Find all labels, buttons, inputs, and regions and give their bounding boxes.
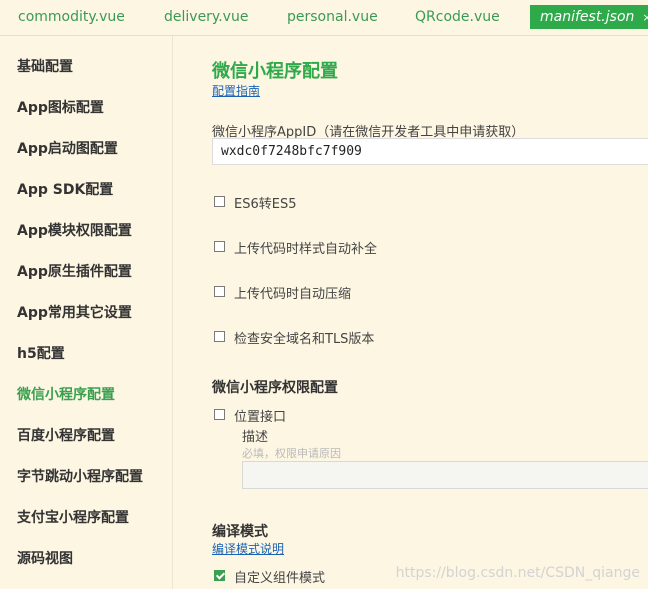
style-autocomplete-checkbox[interactable] (214, 241, 225, 252)
custom-component-label: 自定义组件模式 (234, 571, 326, 586)
custom-component-checkbox[interactable] (214, 570, 225, 581)
config-sidebar: 基础配置 App图标配置 App启动图配置 App SDK配置 App模块权限配… (0, 36, 173, 589)
location-api-label: 位置接口 (234, 410, 287, 425)
sidebar-item-app-native-plugins[interactable]: App原生插件配置 (17, 261, 132, 281)
page-title: 微信小程序配置 (212, 61, 338, 82)
sidebar-item-alipay-miniprogram[interactable]: 支付宝小程序配置 (17, 507, 129, 527)
location-api-checkbox[interactable] (214, 409, 225, 420)
sidebar-item-source-view[interactable]: 源码视图 (17, 548, 73, 568)
sidebar-item-app-modules[interactable]: App模块权限配置 (17, 220, 132, 240)
config-panel: 微信小程序配置 配置指南 微信小程序AppID（请在微信开发者工具中申请获取） … (173, 36, 648, 589)
description-input[interactable] (242, 461, 648, 489)
config-guide-link[interactable]: 配置指南 (212, 82, 260, 99)
tab-label: QRcode.vue (415, 9, 500, 25)
appid-input[interactable]: wxdc0f7248bfc7f909 (212, 138, 648, 165)
permissions-section-title: 微信小程序权限配置 (212, 380, 338, 396)
compile-mode-title: 编译模式 (212, 524, 268, 540)
sidebar-item-basic[interactable]: 基础配置 (17, 56, 73, 76)
sidebar-item-app-icon[interactable]: App图标配置 (17, 97, 104, 117)
close-icon[interactable]: × (642, 11, 648, 24)
tab-personal-vue[interactable]: personal.vue (287, 5, 378, 29)
sidebar-item-h5[interactable]: h5配置 (17, 343, 65, 363)
tab-label: manifest.json (540, 9, 635, 25)
watermark-text: https://blog.csdn.net/CSDN_qiange (395, 565, 640, 581)
compile-mode-link[interactable]: 编译模式说明 (212, 540, 284, 557)
tab-label: personal.vue (287, 9, 378, 25)
tab-manifest-json[interactable]: manifest.json × (530, 5, 648, 29)
tab-label: delivery.vue (164, 9, 249, 25)
check-domain-tls-label: 检查安全域名和TLS版本 (234, 332, 375, 347)
tab-qrcode-vue[interactable]: QRcode.vue (415, 5, 500, 29)
description-hint: 必填，权限申请原因 (242, 447, 341, 460)
auto-minify-label: 上传代码时自动压缩 (234, 287, 352, 302)
sidebar-item-wechat-miniprogram[interactable]: 微信小程序配置 (17, 384, 115, 404)
auto-minify-checkbox[interactable] (214, 286, 225, 297)
sidebar-item-app-splash[interactable]: App启动图配置 (17, 138, 118, 158)
appid-value: wxdc0f7248bfc7f909 (221, 144, 362, 159)
es6-to-es5-checkbox[interactable] (214, 196, 225, 207)
tab-commodity-vue[interactable]: commodity.vue (18, 5, 125, 29)
sidebar-item-bytedance-miniprogram[interactable]: 字节跳动小程序配置 (17, 466, 143, 486)
check-domain-tls-checkbox[interactable] (214, 331, 225, 342)
tab-label: commodity.vue (18, 9, 125, 25)
style-autocomplete-label: 上传代码时样式自动补全 (234, 242, 378, 257)
tab-delivery-vue[interactable]: delivery.vue (164, 5, 248, 29)
sidebar-item-app-other[interactable]: App常用其它设置 (17, 302, 132, 322)
editor-tab-bar: commodity.vue delivery.vue personal.vue … (0, 0, 648, 36)
sidebar-item-app-sdk[interactable]: App SDK配置 (17, 179, 113, 199)
description-label: 描述 (242, 430, 269, 445)
sidebar-item-baidu-miniprogram[interactable]: 百度小程序配置 (17, 425, 115, 445)
es6-to-es5-label: ES6转ES5 (234, 197, 297, 212)
